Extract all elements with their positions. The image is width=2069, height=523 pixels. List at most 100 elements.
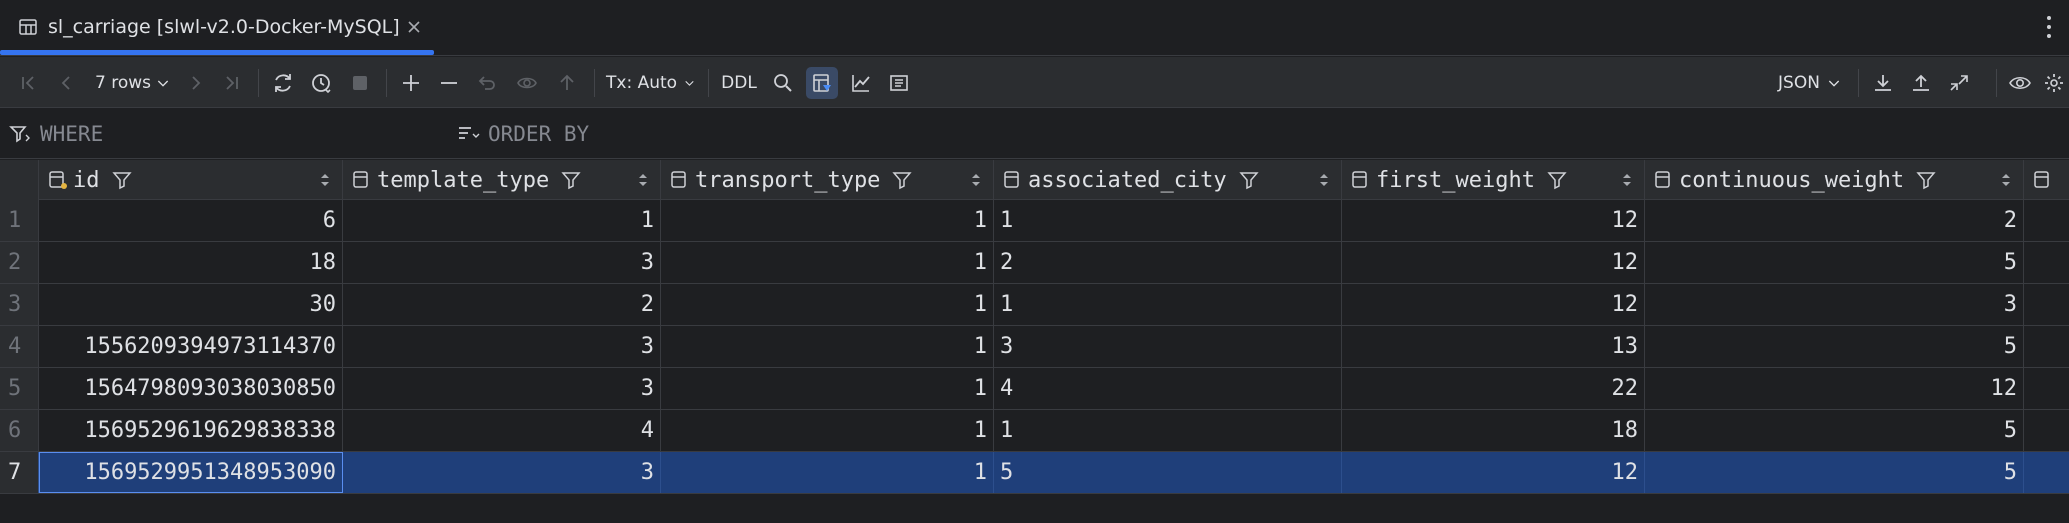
column-header-truncated[interactable]: [2024, 160, 2069, 200]
cell-id[interactable]: 1556209394973114370: [39, 326, 343, 367]
last-page-icon[interactable]: [218, 67, 246, 99]
cell-first-weight[interactable]: 18: [1342, 410, 1645, 451]
cell-first-weight[interactable]: 12: [1342, 200, 1645, 241]
cell-associated-city[interactable]: 3: [994, 326, 1342, 367]
column-header-first-weight[interactable]: first_weight: [1342, 160, 1645, 200]
table-view-toggle-icon[interactable]: [806, 67, 838, 99]
cell-template-type[interactable]: 2: [343, 284, 661, 325]
cell-continuous-weight[interactable]: 12: [1645, 368, 2024, 409]
delete-row-icon[interactable]: [434, 67, 464, 99]
add-row-icon[interactable]: [396, 67, 426, 99]
eye-icon[interactable]: [2004, 67, 2036, 99]
revert-icon[interactable]: [472, 67, 502, 99]
first-page-icon[interactable]: [14, 67, 42, 99]
cell-transport-type[interactable]: 1: [661, 200, 994, 241]
previous-page-icon[interactable]: [52, 67, 80, 99]
sort-arrows-icon[interactable]: [1999, 170, 2013, 190]
cell-template-type[interactable]: 3: [343, 242, 661, 283]
table-row[interactable]: 5 1564798093038030850 3 1 4 22 12: [0, 368, 2069, 410]
transaction-mode-dropdown[interactable]: Tx: Auto: [606, 67, 696, 99]
cell-transport-type[interactable]: 1: [661, 368, 994, 409]
column-filter-icon[interactable]: [1239, 170, 1259, 190]
table-row[interactable]: 3 30 2 1 1 12 3: [0, 284, 2069, 326]
gear-icon[interactable]: [2040, 67, 2068, 99]
cell-template-type[interactable]: 3: [343, 326, 661, 367]
cell-continuous-weight[interactable]: 5: [1645, 452, 2024, 493]
cell-transport-type[interactable]: 1: [661, 452, 994, 493]
rows-per-page-dropdown[interactable]: 7 rows: [94, 67, 172, 99]
table-row[interactable]: 2 18 3 1 2 12 5: [0, 242, 2069, 284]
cell-template-type[interactable]: 3: [343, 452, 661, 493]
cell-id[interactable]: 1569529951348953090: [39, 452, 343, 493]
close-icon[interactable]: [402, 15, 426, 39]
column-header-template-type[interactable]: template_type: [343, 160, 661, 200]
column-filter-icon[interactable]: [892, 170, 913, 190]
cell-associated-city[interactable]: 1: [994, 410, 1342, 451]
cell-id[interactable]: 18: [39, 242, 343, 283]
cell-transport-type[interactable]: 1: [661, 326, 994, 367]
column-header-continuous-weight[interactable]: continuous_weight: [1645, 160, 2024, 200]
cell-associated-city[interactable]: 2: [994, 242, 1342, 283]
sort-arrows-icon[interactable]: [318, 170, 332, 190]
where-filter-input[interactable]: WHERE: [8, 118, 448, 150]
table-tab[interactable]: sl_carriage [slwl-v2.0-Docker-MySQL]: [0, 0, 434, 54]
column-name: template_type: [377, 167, 550, 193]
table-row-selected[interactable]: 7 1569529951348953090 3 1 5 12 5: [0, 452, 2069, 494]
cell-template-type[interactable]: 4: [343, 410, 661, 451]
export-format-dropdown[interactable]: JSON: [1772, 67, 1848, 99]
column-header-transport-type[interactable]: transport_type: [661, 160, 994, 200]
more-vertical-icon[interactable]: [2042, 14, 2056, 40]
compare-icon[interactable]: [1944, 67, 1974, 99]
history-clock-icon[interactable]: [306, 67, 336, 99]
table-row[interactable]: 6 1569529619629838338 4 1 1 18 5: [0, 410, 2069, 452]
cell-template-type[interactable]: 3: [343, 368, 661, 409]
cell-continuous-weight[interactable]: 3: [1645, 284, 2024, 325]
cell-transport-type[interactable]: 1: [661, 242, 994, 283]
cell-id[interactable]: 1569529619629838338: [39, 410, 343, 451]
cell-first-weight[interactable]: 12: [1342, 284, 1645, 325]
record-view-icon[interactable]: [884, 67, 914, 99]
submit-icon[interactable]: [552, 67, 582, 99]
chart-icon[interactable]: [846, 67, 876, 99]
cell-associated-city[interactable]: 5: [994, 452, 1342, 493]
column-header-associated-city[interactable]: associated_city: [994, 160, 1342, 200]
cell-first-weight[interactable]: 22: [1342, 368, 1645, 409]
search-icon[interactable]: [768, 67, 798, 99]
cell-transport-type[interactable]: 1: [661, 284, 994, 325]
cell-id[interactable]: 1564798093038030850: [39, 368, 343, 409]
sort-arrows-icon[interactable]: [969, 170, 983, 190]
column-filter-icon[interactable]: [561, 170, 581, 190]
column-filter-icon[interactable]: [111, 170, 132, 190]
preview-changes-icon[interactable]: [512, 67, 542, 99]
order-by-input[interactable]: ORDER BY: [456, 118, 956, 150]
cell-continuous-weight[interactable]: 2: [1645, 200, 2024, 241]
cell-continuous-weight[interactable]: 5: [1645, 242, 2024, 283]
sort-arrows-icon[interactable]: [1317, 170, 1331, 190]
cell-first-weight[interactable]: 12: [1342, 452, 1645, 493]
row-number: 4: [0, 326, 39, 367]
table-row[interactable]: 4 1556209394973114370 3 1 3 13 5: [0, 326, 2069, 368]
column-filter-icon[interactable]: [1916, 170, 1936, 190]
cell-template-type[interactable]: 1: [343, 200, 661, 241]
upload-icon[interactable]: [1906, 67, 1936, 99]
stop-icon[interactable]: [346, 67, 374, 99]
cell-transport-type[interactable]: 1: [661, 410, 994, 451]
ddl-button[interactable]: DDL: [718, 67, 760, 99]
refresh-icon[interactable]: [268, 67, 298, 99]
cell-continuous-weight[interactable]: 5: [1645, 326, 2024, 367]
table-row[interactable]: 1 6 1 1 1 12 2: [0, 200, 2069, 242]
cell-id[interactable]: 6: [39, 200, 343, 241]
cell-id[interactable]: 30: [39, 284, 343, 325]
cell-first-weight[interactable]: 12: [1342, 242, 1645, 283]
sort-arrows-icon[interactable]: [636, 170, 650, 190]
next-page-icon[interactable]: [182, 67, 210, 99]
cell-continuous-weight[interactable]: 5: [1645, 410, 2024, 451]
cell-associated-city[interactable]: 1: [994, 284, 1342, 325]
download-icon[interactable]: [1868, 67, 1898, 99]
column-header-id[interactable]: id: [39, 160, 343, 200]
sort-arrows-icon[interactable]: [1620, 170, 1634, 190]
column-filter-icon[interactable]: [1547, 170, 1567, 190]
cell-associated-city[interactable]: 4: [994, 368, 1342, 409]
cell-first-weight[interactable]: 13: [1342, 326, 1645, 367]
cell-associated-city[interactable]: 1: [994, 200, 1342, 241]
